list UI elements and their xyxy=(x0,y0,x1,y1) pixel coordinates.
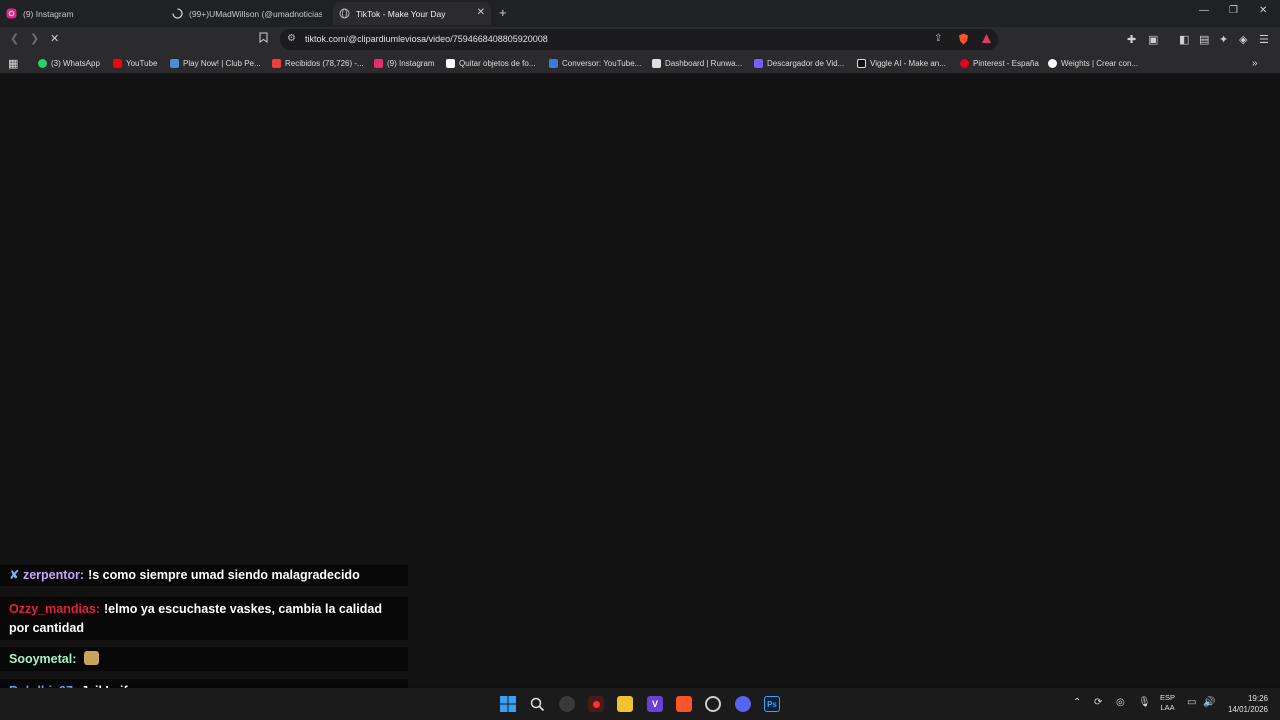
pinterest-icon xyxy=(960,58,969,68)
brave-browser-icon[interactable] xyxy=(676,696,692,712)
taskbar: V Ps ⌃ ⟳ ◎ 🎙 ESP LAA ▭ 🔊 19:26 14/01/202… xyxy=(0,688,1280,720)
loading-icon xyxy=(172,8,183,19)
whatsapp-icon xyxy=(38,58,47,68)
apps-grid-icon[interactable]: ▦ xyxy=(8,57,18,70)
picsart-icon xyxy=(446,58,455,68)
page-content xyxy=(0,75,1280,685)
file-explorer-icon[interactable] xyxy=(617,696,633,712)
bookmark-club-penguin[interactable]: Play Now! | Club Pe... xyxy=(170,57,261,69)
reading-list-icon[interactable]: ▤ xyxy=(1199,33,1209,46)
bookmarks-bar: ▦ (3) WhatsApp YouTube Play Now! | Club … xyxy=(0,52,1280,74)
close-tab-icon[interactable]: ✕ xyxy=(477,7,485,18)
converter-icon xyxy=(549,58,558,68)
vegas-icon[interactable]: V xyxy=(647,696,663,712)
volume-icon[interactable]: 🔊 xyxy=(1203,697,1215,708)
bookmark-runway[interactable]: Dashboard | Runwa... xyxy=(652,57,742,69)
emote-icon xyxy=(83,651,99,665)
restore-icon[interactable]: ❐ xyxy=(1229,5,1238,16)
share-icon[interactable]: ⇪ xyxy=(934,33,942,44)
bookmark-icon[interactable] xyxy=(259,32,268,46)
brave-rewards-icon[interactable] xyxy=(981,33,992,47)
tab-label: TikTok - Make Your Day xyxy=(356,8,446,19)
address-bar[interactable]: ⚙ tiktok.com/@clipardiumleviosa/video/75… xyxy=(280,29,998,50)
new-tab-button[interactable]: + xyxy=(499,5,507,20)
sync-icon[interactable]: ⟳ xyxy=(1094,697,1102,708)
chat-text: !s como siempre umad siendo malagradecid… xyxy=(88,568,360,582)
discord-icon[interactable] xyxy=(735,696,751,712)
bookmark-viggle[interactable]: Viggle AI - Make an... xyxy=(857,57,946,69)
tab-instagram[interactable]: (9) Instagram xyxy=(6,2,166,25)
language-indicator[interactable]: ESP LAA xyxy=(1160,693,1175,713)
bookmark-weights[interactable]: Weights | Crear con... xyxy=(1048,57,1138,69)
penguin-icon xyxy=(170,58,179,68)
lightshot-icon[interactable] xyxy=(705,696,721,712)
chat-username: zerpentor: xyxy=(22,568,85,582)
instagram-icon xyxy=(374,58,383,68)
recorder-icon[interactable] xyxy=(588,696,604,712)
search-icon[interactable] xyxy=(529,696,545,712)
globe-icon xyxy=(339,8,350,19)
close-window-icon[interactable]: ✕ xyxy=(1259,5,1267,16)
chat-message: Ozzy_mandias: !elmo ya escuchaste vaskes,… xyxy=(0,597,408,640)
stop-loading-icon[interactable]: ✕ xyxy=(50,32,59,45)
runway-icon xyxy=(652,58,661,68)
chat-username: Ozzy_mandias: xyxy=(9,602,101,616)
network-icon[interactable]: ▭ xyxy=(1187,697,1196,708)
chat-message: Sooymetal: xyxy=(0,647,408,671)
vpn-icon[interactable]: ◈ xyxy=(1239,33,1247,46)
wallet-icon[interactable]: ▣ xyxy=(1148,33,1158,46)
bookmark-pinterest[interactable]: Pinterest - España xyxy=(960,57,1039,69)
bookmark-gmail[interactable]: Recibidos (78,726) -... xyxy=(272,57,364,69)
chevron-up-icon[interactable]: ⌃ xyxy=(1073,697,1081,708)
bookmark-whatsapp[interactable]: (3) WhatsApp xyxy=(38,57,100,69)
youtube-icon xyxy=(113,58,122,68)
bookmark-quitar-objetos[interactable]: Quitar objetos de fo... xyxy=(446,57,536,69)
weights-icon xyxy=(1048,58,1057,68)
instagram-icon xyxy=(6,8,17,19)
app-tray-icon[interactable]: ◎ xyxy=(1116,697,1125,708)
menu-icon[interactable]: ☰ xyxy=(1259,33,1269,46)
url-text: tiktok.com/@clipardiumleviosa/video/7594… xyxy=(305,34,548,44)
microphone-icon[interactable]: 🎙 xyxy=(1138,697,1151,708)
gmail-icon xyxy=(272,58,281,68)
back-icon[interactable]: ❮ xyxy=(10,32,19,45)
brave-shields-icon[interactable] xyxy=(958,33,969,48)
more-bookmarks-icon[interactable]: » xyxy=(1252,57,1258,69)
system-clock[interactable]: 19:26 14/01/2026 xyxy=(1228,693,1268,715)
photoshop-icon[interactable]: Ps xyxy=(764,696,780,712)
viggle-icon xyxy=(857,58,866,68)
minimize-icon[interactable]: — xyxy=(1199,5,1209,16)
tab-strip: (9) Instagram (99+)UMadWillson (@umadnot… xyxy=(0,0,1280,27)
tab-label: (99+)UMadWillson (@umadnoticias) xyxy=(189,8,322,19)
leo-ai-icon[interactable]: ✦ xyxy=(1219,33,1228,46)
bookmark-conversor[interactable]: Conversor: YouTube... xyxy=(549,57,641,69)
chat-username: Sooymetal: xyxy=(9,652,77,666)
bookmark-descargador[interactable]: Descargador de Vid... xyxy=(754,57,844,69)
chat-message: ✘ zerpentor: !s como siempre umad siendo … xyxy=(0,565,408,586)
forward-icon[interactable]: ❯ xyxy=(30,32,39,45)
windows-start-icon[interactable] xyxy=(500,696,516,712)
toolbar: ❮ ❯ ✕ ⚙ tiktok.com/@clipardiumleviosa/vi… xyxy=(0,27,1280,52)
sword-icon: ✘ xyxy=(9,568,20,582)
tab-tiktok[interactable]: TikTok - Make Your Day ✕ xyxy=(333,2,491,25)
extensions-icon[interactable]: ✚ xyxy=(1127,33,1136,46)
bookmark-instagram[interactable]: (9) Instagram xyxy=(374,57,435,69)
tab-umadwillson[interactable]: (99+)UMadWillson (@umadnoticias) xyxy=(172,2,322,25)
sidebar-icon[interactable]: ◧ xyxy=(1179,33,1189,46)
obs-icon[interactable] xyxy=(559,696,575,712)
tab-label: (9) Instagram xyxy=(23,8,74,19)
site-info-icon[interactable]: ⚙ xyxy=(287,33,296,44)
downloader-icon xyxy=(754,58,763,68)
bookmark-youtube[interactable]: YouTube xyxy=(113,57,157,69)
